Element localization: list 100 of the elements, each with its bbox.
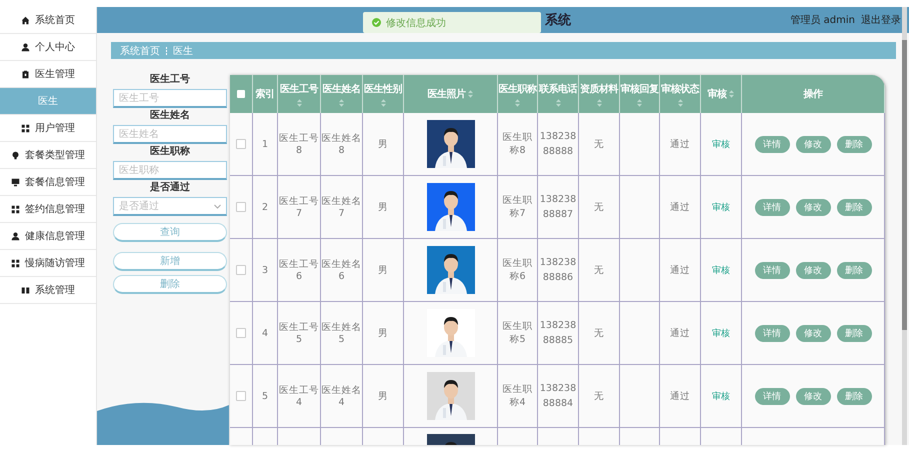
action-button[interactable]: 删除 — [836, 388, 872, 404]
action-button[interactable]: 删除 — [836, 136, 872, 152]
action-button[interactable]: 修改 — [796, 324, 830, 342]
sort-icon[interactable] — [729, 90, 734, 98]
action-button[interactable]: 详情 — [754, 324, 790, 342]
person-icon — [11, 232, 20, 240]
column-header: 联系电话 — [539, 82, 577, 96]
action-button[interactable]: 详情 — [754, 136, 790, 152]
table-cell: 男 — [378, 138, 388, 150]
table-cell: 医生工号7 — [278, 195, 320, 219]
table-cell: 医生工号5 — [278, 321, 320, 345]
sidebar-item[interactable]: 个人中心 — [0, 34, 96, 61]
table-cell-text: 13823888887 — [538, 193, 578, 222]
bulb-icon — [11, 150, 20, 160]
logout-link[interactable]: 退出登录 — [861, 13, 901, 27]
sidebar-item[interactable]: 健康信息管理 — [0, 223, 96, 250]
action-button[interactable]: 修改 — [796, 388, 830, 404]
breadcrumb-link[interactable]: 系统首页 — [120, 44, 160, 58]
table-cell-text: 13823888886 — [538, 256, 578, 285]
action-button[interactable]: 详情 — [754, 388, 790, 404]
table-cell: 通过 — [670, 264, 690, 276]
breadcrumb-link[interactable]: 医生 — [173, 44, 193, 58]
table-cell: 通过 — [670, 200, 690, 214]
form-button[interactable]: 删除 — [113, 275, 227, 294]
table-cell: 通过 — [670, 390, 690, 402]
row-checkbox[interactable] — [236, 202, 246, 212]
user-label: 管理员 admin — [790, 14, 855, 27]
table-cell: 无 — [594, 264, 604, 276]
sidebar-item[interactable]: 用户管理 — [0, 115, 96, 142]
row-checkbox[interactable] — [236, 328, 246, 338]
table-cell: 男 — [378, 264, 388, 276]
table-cell-text: 医生职称4 — [502, 383, 534, 409]
sort-icon[interactable] — [515, 98, 520, 106]
audit-link[interactable]: 审核 — [712, 390, 730, 402]
column-header: 医生姓名 — [322, 82, 360, 96]
action-button[interactable]: 修改 — [796, 198, 830, 216]
sort-icon[interactable] — [468, 90, 474, 98]
sort-icon[interactable] — [596, 98, 602, 106]
person-icon — [21, 42, 30, 52]
input-field[interactable]: 医生职称 — [113, 161, 227, 180]
table-cell: 男 — [378, 390, 388, 402]
toast-message: 修改信息成功 — [386, 16, 446, 30]
sort-icon[interactable] — [678, 98, 682, 106]
sidebar-item[interactable]: 系统管理 — [0, 277, 96, 304]
select-all-checkbox[interactable] — [237, 90, 245, 98]
column-header: 医生性别 — [364, 82, 402, 96]
table-cell: 3 — [262, 264, 268, 276]
input-field[interactable]: 医生工号 — [113, 89, 227, 108]
monitor-icon — [11, 178, 20, 186]
action-button[interactable]: 删除 — [836, 324, 872, 342]
table-cell: 2 — [262, 202, 268, 212]
column-header: 医生工号 — [280, 82, 318, 96]
action-button[interactable]: 修改 — [796, 262, 830, 278]
audit-link[interactable]: 审核 — [712, 200, 730, 214]
column-header: 医生职称 — [498, 82, 536, 96]
input-field[interactable]: 医生姓名 — [113, 125, 227, 144]
sidebar-item[interactable]: 套餐信息管理 — [0, 169, 96, 196]
sidebar-item[interactable]: 签约信息管理 — [0, 196, 96, 223]
sidebar-item[interactable]: 系统首页 — [0, 7, 96, 34]
sort-icon[interactable] — [380, 98, 386, 106]
table-cell: 通过 — [670, 138, 690, 150]
table-cell: 医生姓名4 — [321, 384, 362, 408]
sort-icon[interactable] — [637, 98, 642, 106]
action-button[interactable]: 删除 — [836, 198, 872, 216]
table-cell: 1 — [262, 138, 268, 150]
table-cell: 男 — [378, 200, 388, 214]
table-cell: 4 — [262, 328, 268, 338]
table-cell-text: 医生职称5 — [502, 320, 534, 346]
row-checkbox[interactable] — [236, 265, 246, 275]
action-button[interactable]: 修改 — [796, 136, 830, 152]
sort-icon[interactable] — [339, 98, 344, 106]
audit-link[interactable]: 审核 — [712, 326, 730, 340]
table-cell-text: 医生职称8 — [502, 131, 534, 157]
table-cell: 医生工号6 — [278, 258, 320, 282]
table-cell: 医生工号8 — [278, 132, 320, 156]
action-button[interactable]: 删除 — [836, 262, 872, 278]
row-checkbox[interactable] — [236, 391, 246, 401]
sidebar-item[interactable]: 医生 — [0, 88, 96, 115]
chevron-icon — [214, 204, 221, 208]
action-button[interactable]: 详情 — [754, 262, 790, 278]
form-button[interactable]: 查询 — [113, 223, 227, 242]
action-button[interactable]: 详情 — [754, 198, 790, 216]
form-button[interactable]: 新增 — [113, 252, 227, 271]
field-label: 医生姓名 — [149, 109, 191, 122]
table-cell-text: 医生职称7 — [502, 194, 534, 220]
sidebar-item[interactable]: 慢病随访管理 — [0, 250, 96, 277]
audit-link[interactable]: 审核 — [712, 138, 730, 150]
column-header: 索引 — [256, 88, 274, 101]
sidebar-item[interactable]: 套餐类型管理 — [0, 142, 96, 169]
table-cell: 5 — [262, 390, 268, 402]
sort-icon[interactable] — [296, 98, 302, 106]
table-cell-text: 13823888885 — [538, 319, 578, 348]
select-field[interactable]: 是否通过 — [113, 197, 227, 216]
home-icon — [21, 16, 30, 24]
table-cell: 无 — [594, 138, 604, 150]
table-cell: 医生姓名5 — [321, 321, 362, 345]
sort-icon[interactable] — [556, 98, 560, 106]
scrollbar[interactable] — [902, 7, 907, 445]
audit-link[interactable]: 审核 — [712, 264, 730, 276]
row-checkbox[interactable] — [236, 139, 246, 149]
